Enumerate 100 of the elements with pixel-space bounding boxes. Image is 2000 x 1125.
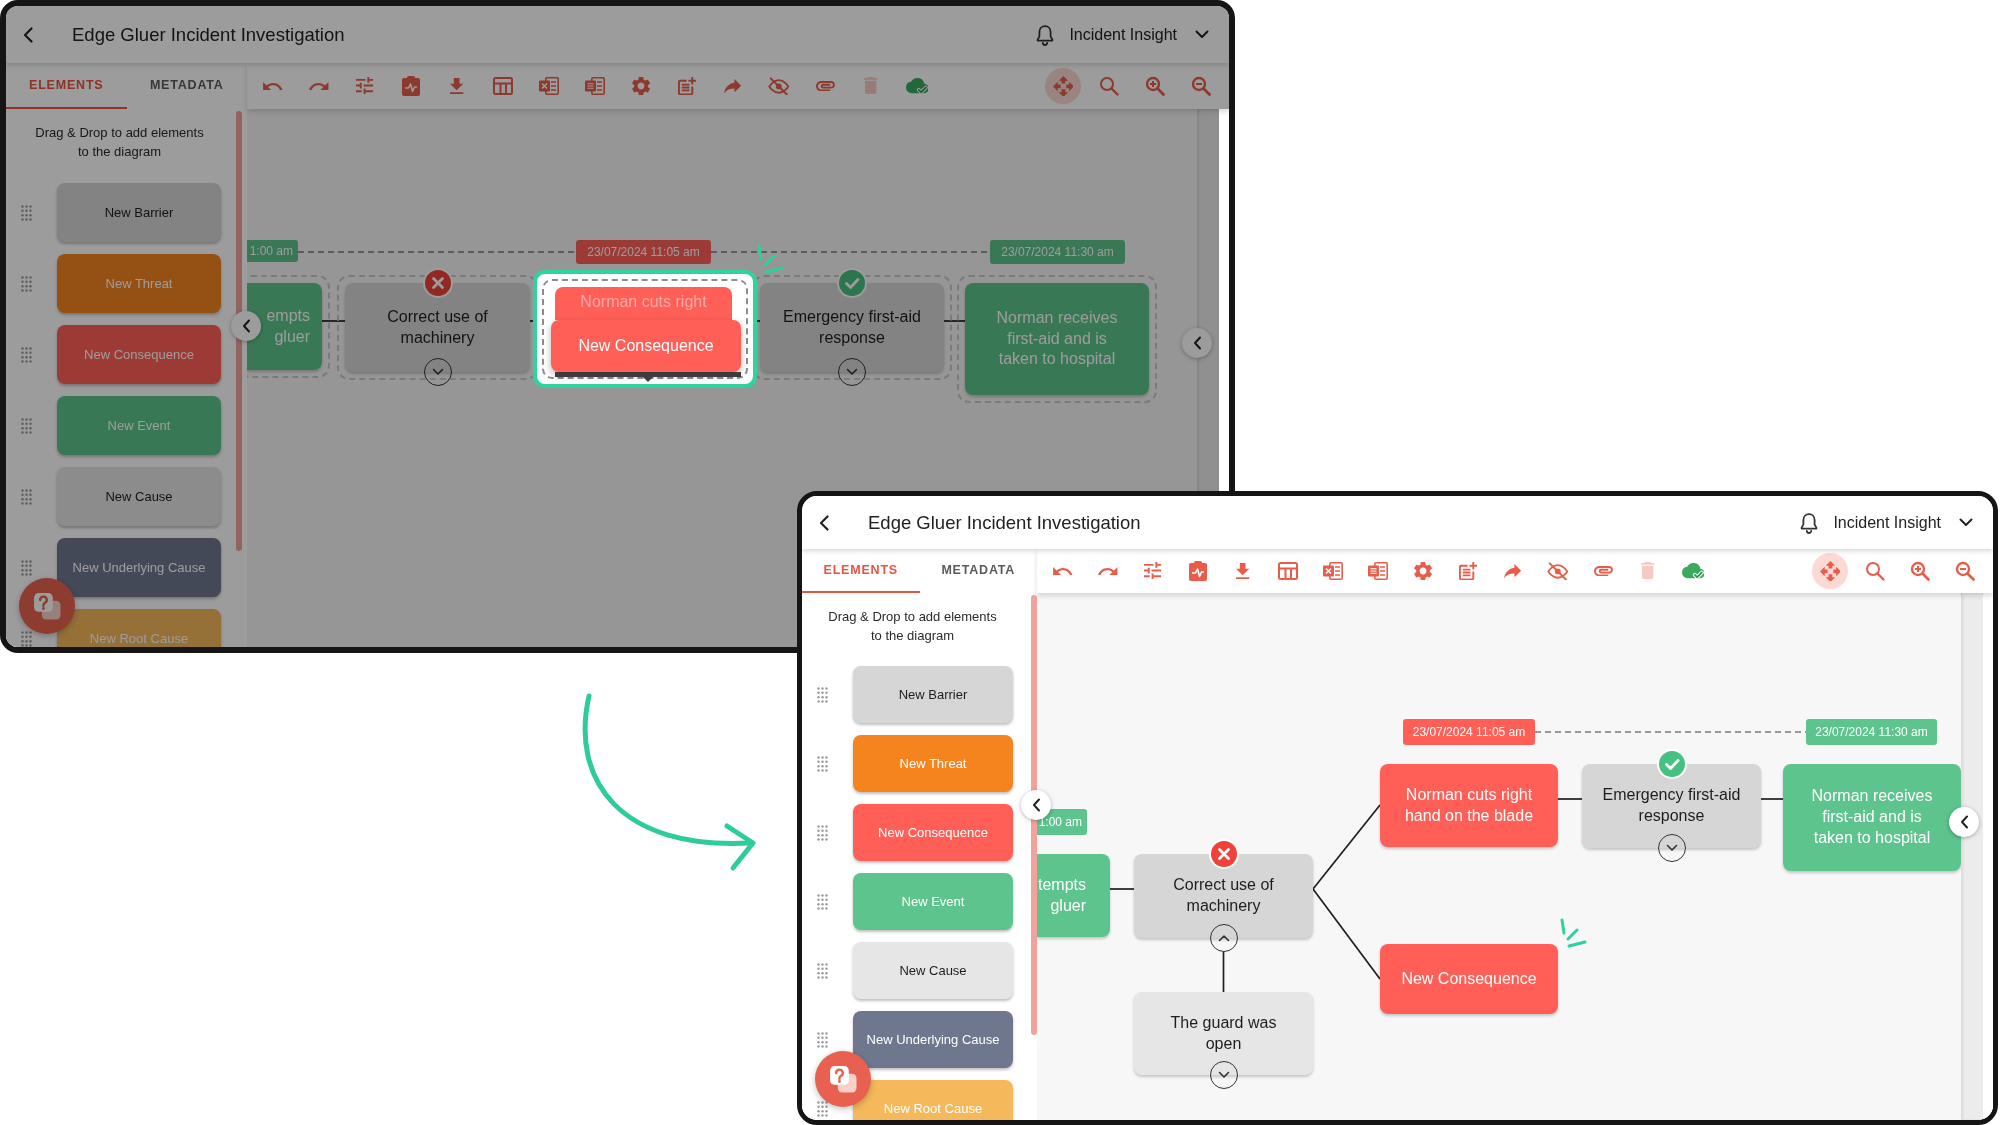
undo-icon xyxy=(263,81,283,91)
drag-handle-icon xyxy=(817,893,828,910)
cause-node[interactable]: The guard was open xyxy=(1134,992,1313,1075)
chevron-down-icon xyxy=(1217,1071,1230,1079)
palette-item[interactable]: New Barrier xyxy=(57,183,221,242)
zoom-in-icon xyxy=(1145,76,1165,96)
move-icon xyxy=(1819,560,1841,582)
search-icon xyxy=(1099,76,1119,96)
gear-icon xyxy=(631,76,651,96)
chevron-down-icon xyxy=(431,368,444,376)
chevron-down-icon xyxy=(1665,844,1678,852)
palette-item[interactable]: New Threat xyxy=(57,254,221,313)
download-icon xyxy=(450,77,464,95)
drag-handle-icon xyxy=(21,630,32,647)
barrier-node[interactable]: Emergency first-aid response xyxy=(1582,764,1761,848)
cloud-check-icon xyxy=(905,77,929,95)
page-title: Edge Gluer Incident Investigation xyxy=(868,510,1141,535)
palette-item[interactable]: New Root Cause xyxy=(57,609,221,647)
forward-arrow-icon xyxy=(1504,563,1522,579)
chevron-left-icon xyxy=(1959,815,1969,829)
bell-icon xyxy=(1035,23,1056,46)
chevron-left-icon xyxy=(23,26,33,43)
palette-item[interactable]: New Underlying Cause xyxy=(853,1011,1013,1068)
zoom-in-icon xyxy=(1910,561,1930,581)
drag-handle-icon xyxy=(21,275,32,292)
connector-line xyxy=(1109,888,1135,890)
help-icon xyxy=(828,1064,858,1094)
connector-line xyxy=(1222,951,1225,993)
sliders-icon xyxy=(356,77,374,95)
chevron-left-icon xyxy=(241,319,251,333)
drag-handle-icon xyxy=(21,488,32,505)
dragged-node[interactable]: New Consequence xyxy=(551,320,741,372)
barrier-node[interactable]: Correct use of machinery xyxy=(345,283,530,372)
redo-icon xyxy=(1098,566,1118,576)
timestamp-tag: 23/07/2024 11:30 am xyxy=(990,240,1125,264)
palette-item[interactable]: New Cause xyxy=(853,942,1013,999)
paperclip-icon xyxy=(815,80,835,92)
document-plus-icon xyxy=(1458,561,1478,581)
palette-item[interactable]: New Barrier xyxy=(853,666,1013,723)
page-title: Edge Gluer Incident Investigation xyxy=(72,22,345,47)
paperclip-icon xyxy=(1593,565,1613,577)
palette-item[interactable]: New Consequence xyxy=(57,325,221,384)
barrier-node[interactable]: Emergency first-aid response xyxy=(760,283,944,372)
event-node[interactable]: empts gluer xyxy=(247,283,322,370)
chevron-left-icon xyxy=(1192,336,1202,350)
document-icon xyxy=(1368,562,1388,580)
timestamp-tag: 23/07/2024 11:05 am xyxy=(1403,719,1535,745)
palette-item[interactable]: New Threat xyxy=(853,735,1013,792)
trash-icon xyxy=(1641,562,1655,580)
palette-item[interactable]: New Underlying Cause xyxy=(57,538,221,597)
palette-item[interactable]: New Cause xyxy=(57,467,221,526)
drag-handle-icon xyxy=(21,559,32,576)
drag-handle-icon xyxy=(21,204,32,221)
trash-icon xyxy=(864,77,878,95)
drag-handle-icon xyxy=(817,962,828,979)
document-plus-icon xyxy=(677,76,697,96)
consequence-node[interactable]: Norman cuts right xyxy=(555,287,732,320)
chevron-down-icon xyxy=(846,368,858,376)
event-node[interactable]: tempts gluer xyxy=(1037,854,1110,937)
event-node[interactable]: Norman receives first-aid and is taken to hospital xyxy=(1783,764,1961,871)
chevron-down-icon xyxy=(1959,518,1973,527)
spreadsheet-icon xyxy=(539,77,559,95)
palette-item[interactable]: New Consequence xyxy=(853,804,1013,861)
clipboard-pulse-icon xyxy=(1189,561,1207,581)
toolbar-button[interactable] xyxy=(1812,553,1848,589)
forward-arrow-icon xyxy=(724,78,742,94)
bell-icon xyxy=(1799,511,1820,534)
palette-item[interactable]: New Event xyxy=(853,873,1013,930)
barrier-node[interactable]: Correct use of machinery xyxy=(1134,854,1313,938)
download-icon xyxy=(1236,562,1250,580)
chevron-left-icon xyxy=(1031,798,1041,812)
document-icon xyxy=(585,77,605,95)
zoom-out-icon xyxy=(1191,76,1211,96)
table-icon xyxy=(493,77,513,95)
search-icon xyxy=(1865,561,1885,581)
chevron-up-icon xyxy=(1217,934,1230,942)
hint-text: Drag & Drop to add elements to the diagram xyxy=(827,608,998,645)
clipboard-pulse-icon xyxy=(402,76,420,96)
chevron-down-icon xyxy=(1195,30,1209,39)
consequence-node[interactable]: Norman cuts right hand on the blade xyxy=(1380,764,1558,847)
event-node[interactable]: Norman receives first-aid and is taken to hospital xyxy=(965,283,1149,395)
palette-item[interactable]: New Root Cause xyxy=(853,1080,1013,1120)
drag-handle-icon xyxy=(817,824,828,841)
gear-icon xyxy=(1413,561,1433,581)
drag-handle-icon xyxy=(21,417,32,434)
drag-handle-icon xyxy=(817,1031,828,1048)
sparkle-icon xyxy=(757,244,784,274)
drag-handle-icon xyxy=(21,346,32,363)
toolbar-button[interactable] xyxy=(1045,68,1081,104)
drag-handle-icon xyxy=(817,755,828,772)
chevron-left-icon xyxy=(819,514,829,531)
account-menu[interactable]: Incident Insight xyxy=(1069,22,1209,47)
palette-item[interactable]: New Event xyxy=(57,396,221,455)
account-menu[interactable]: Incident Insight xyxy=(1833,510,1973,535)
timestamp-tag: 23/07/2024 11:30 am xyxy=(1806,719,1937,745)
zoom-out-icon xyxy=(1955,561,1975,581)
connector-line xyxy=(1760,798,1784,800)
move-icon xyxy=(1052,75,1074,97)
eye-slash-icon xyxy=(768,76,790,96)
consequence-node[interactable]: New Consequence xyxy=(1380,944,1558,1014)
